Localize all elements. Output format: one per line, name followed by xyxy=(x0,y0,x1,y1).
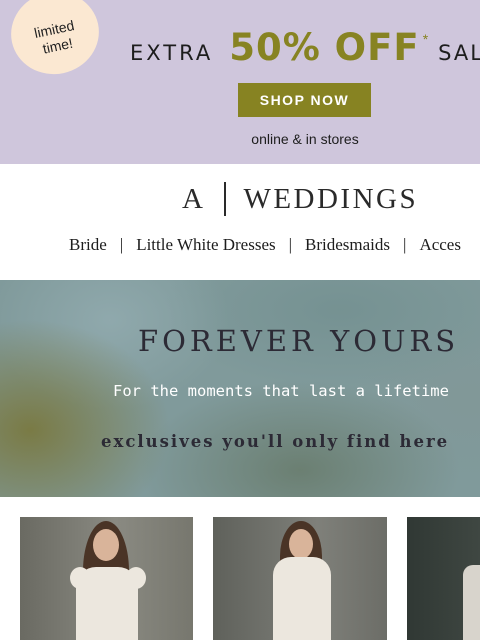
model-face xyxy=(289,529,313,559)
brand-logo[interactable]: A WEDDINGS xyxy=(182,182,418,216)
white-dress xyxy=(273,557,331,640)
product-image-1[interactable] xyxy=(20,517,193,640)
nav-separator: | xyxy=(403,235,407,254)
category-nav: Bride | Little White Dresses | Bridesmai… xyxy=(69,235,461,255)
shop-now-button[interactable]: SHOP NOW xyxy=(238,83,371,117)
nav-item-bride[interactable]: Bride xyxy=(69,235,107,255)
product-image-3[interactable] xyxy=(407,517,480,640)
nav-item-accessories[interactable]: Acces xyxy=(419,235,461,255)
nav-item-little-white-dresses[interactable]: Little White Dresses xyxy=(136,235,275,255)
dress-sleeve xyxy=(126,567,146,589)
promo-banner[interactable]: limited time! EXTRA 50% OFF * SALE SHOP … xyxy=(0,0,480,164)
promo-percent-off: 50% OFF xyxy=(229,26,420,69)
lace-dress xyxy=(463,565,480,640)
hero-title: FOREVER YOURS xyxy=(138,324,460,358)
hero-subtitle: For the moments that last a lifetime xyxy=(113,382,449,400)
promo-sale: SALE xyxy=(438,41,480,65)
promo-asterisk: * xyxy=(422,31,429,47)
nav-separator: | xyxy=(288,235,293,254)
product-image-2[interactable] xyxy=(213,517,387,640)
nav-separator: | xyxy=(119,235,124,254)
limited-time-badge: limited time! xyxy=(3,0,107,83)
promo-extra: EXTRA xyxy=(130,41,214,65)
dress-sleeve xyxy=(70,567,90,589)
nav-item-bridesmaids[interactable]: Bridesmaids xyxy=(305,235,390,255)
brand-name: WEDDINGS xyxy=(243,182,419,215)
promo-subtext: online & in stores xyxy=(251,131,359,147)
promo-headline: EXTRA 50% OFF * SALE xyxy=(130,26,480,69)
hero-tagline: exclusives you'll only find here xyxy=(101,432,450,451)
brand-letter: A xyxy=(182,182,206,215)
brand-divider xyxy=(224,182,227,216)
hero-banner[interactable]: FOREVER YOURS For the moments that last … xyxy=(0,280,480,497)
model-face xyxy=(93,529,119,561)
